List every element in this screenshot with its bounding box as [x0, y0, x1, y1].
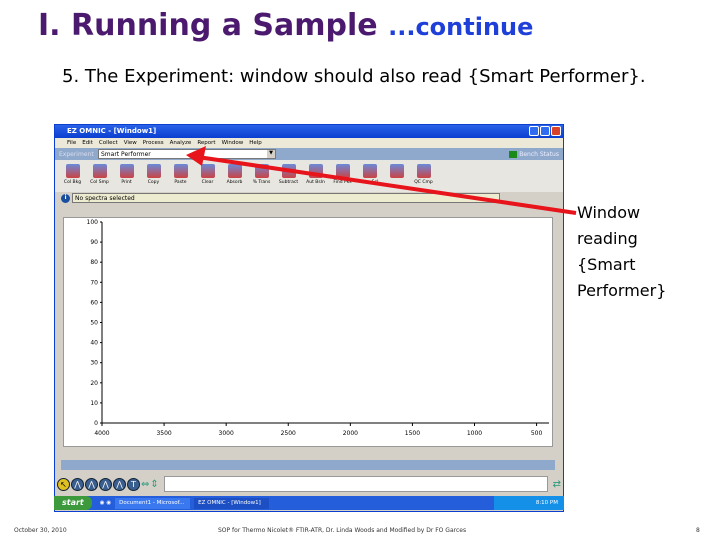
callout-text: Window reading {Smart Performer} [577, 203, 667, 300]
footer-credit: SOP for Thermo Nicolet® FTIR-ATR, Dr. Li… [218, 527, 467, 534]
footer-date: October 30, 2010 [14, 527, 67, 534]
page-number: 8 [696, 527, 700, 534]
